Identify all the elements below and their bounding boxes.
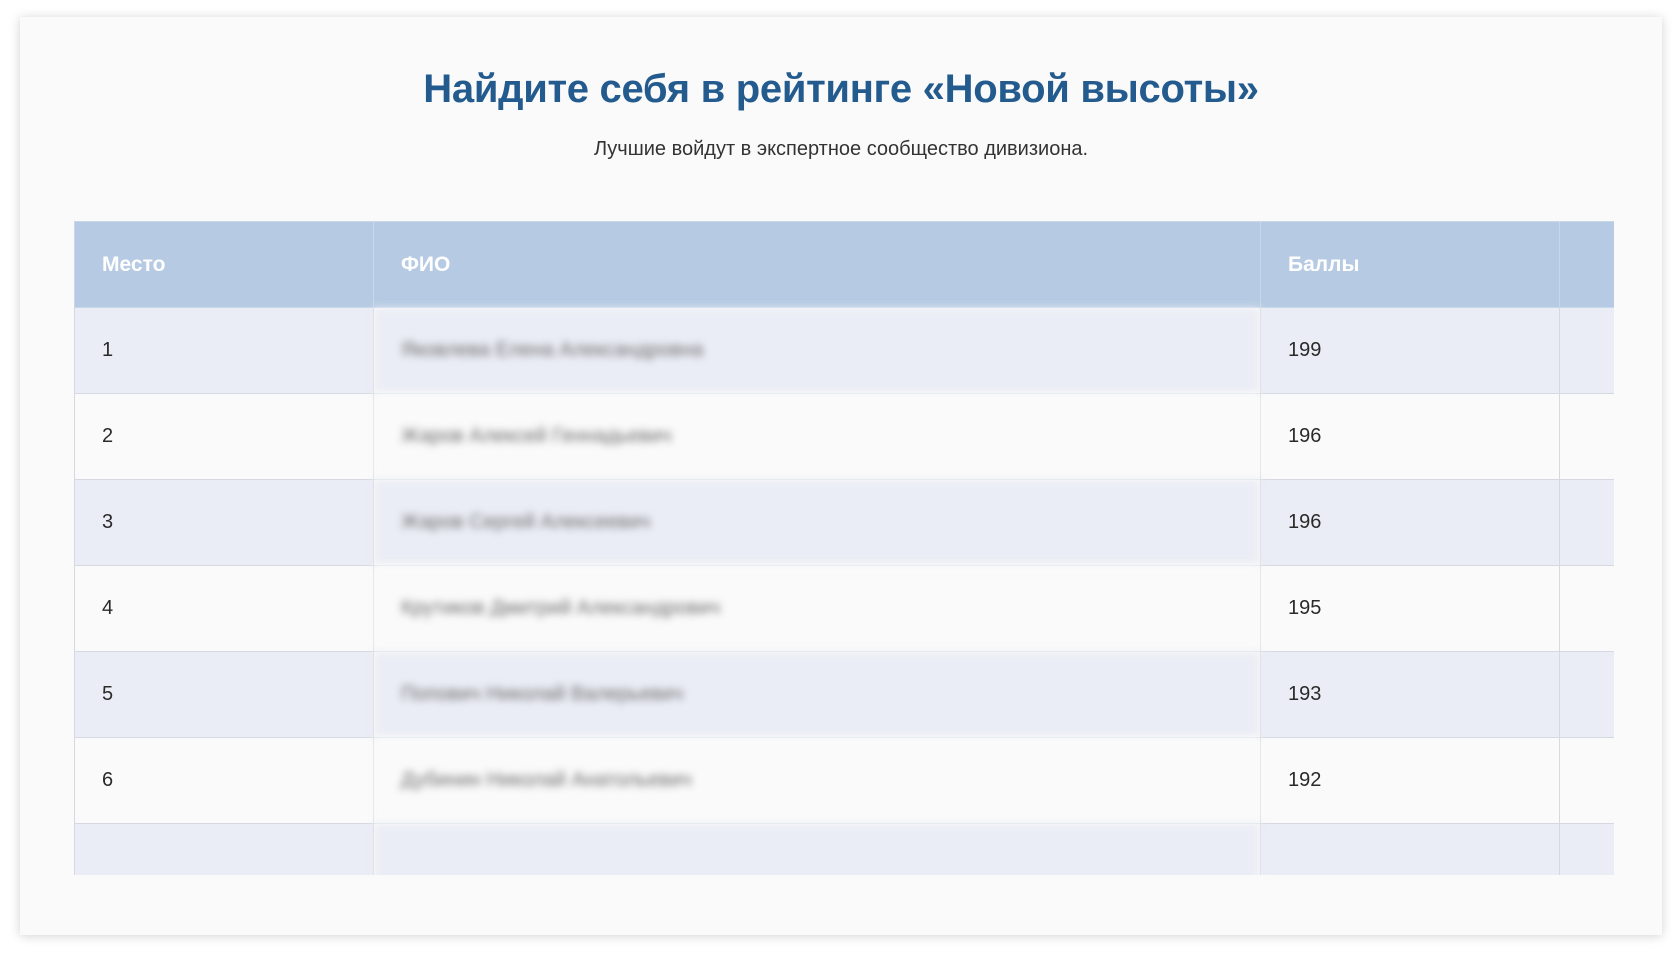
cell-place: 4 — [74, 565, 374, 652]
cell-name: Крутиков Дмитрий Александрович — [373, 565, 1261, 652]
cell-extra — [1559, 307, 1614, 394]
table-row: 1 Яковлева Елена Александровна 199 — [74, 307, 1614, 394]
cell-extra — [1559, 479, 1614, 566]
cell-name: Жаров Сергей Алексеевич — [373, 479, 1261, 566]
table-row: 5 Попович Николай Валерьевич 193 — [74, 651, 1614, 738]
cell-extra — [1559, 565, 1614, 652]
page-subtitle: Лучшие войдут в экспертное сообщество ди… — [593, 138, 1089, 160]
cell-name — [373, 823, 1261, 875]
page-title: Найдите себя в рейтинге «Новой высоты» — [423, 67, 1259, 111]
cell-place: 2 — [74, 393, 374, 480]
rating-card: Найдите себя в рейтинге «Новой высоты» Л… — [20, 17, 1662, 935]
column-header-name[interactable]: ФИО — [373, 221, 1261, 308]
table-row: 3 Жаров Сергей Алексеевич 196 — [74, 479, 1614, 566]
cell-extra — [1559, 393, 1614, 480]
cell-score: 193 — [1260, 651, 1560, 738]
cell-name: Попович Николай Валерьевич — [373, 651, 1261, 738]
cell-score: 192 — [1260, 737, 1560, 824]
cell-extra — [1559, 823, 1614, 875]
rating-table: Место ФИО Баллы 1 Яковлева Елена Алексан… — [74, 221, 1614, 875]
cell-place — [74, 823, 374, 875]
cell-name: Яковлева Елена Александровна — [373, 307, 1261, 394]
cell-name: Дубинин Николай Анатольевич — [373, 737, 1261, 824]
cell-name: Жаров Алексей Геннадьевич — [373, 393, 1261, 480]
cell-place: 3 — [74, 479, 374, 566]
cell-score: 196 — [1260, 393, 1560, 480]
table-header-row: Место ФИО Баллы — [74, 221, 1614, 308]
cell-score: 199 — [1260, 307, 1560, 394]
cell-place: 1 — [74, 307, 374, 394]
cell-place: 5 — [74, 651, 374, 738]
table-row: 4 Крутиков Дмитрий Александрович 195 — [74, 565, 1614, 652]
cell-extra — [1559, 651, 1614, 738]
column-header-place[interactable]: Место — [74, 221, 374, 308]
rating-table-container[interactable]: Место ФИО Баллы 1 Яковлева Елена Алексан… — [74, 221, 1614, 875]
table-row: 2 Жаров Алексей Геннадьевич 196 — [74, 393, 1614, 480]
column-header-score[interactable]: Баллы — [1260, 221, 1560, 308]
cell-extra — [1559, 737, 1614, 824]
cell-score: 195 — [1260, 565, 1560, 652]
cell-score — [1260, 823, 1560, 875]
table-row — [74, 823, 1614, 875]
cell-place: 6 — [74, 737, 374, 824]
cell-score: 196 — [1260, 479, 1560, 566]
table-row: 6 Дубинин Николай Анатольевич 192 — [74, 737, 1614, 824]
column-header-extra — [1559, 221, 1614, 308]
